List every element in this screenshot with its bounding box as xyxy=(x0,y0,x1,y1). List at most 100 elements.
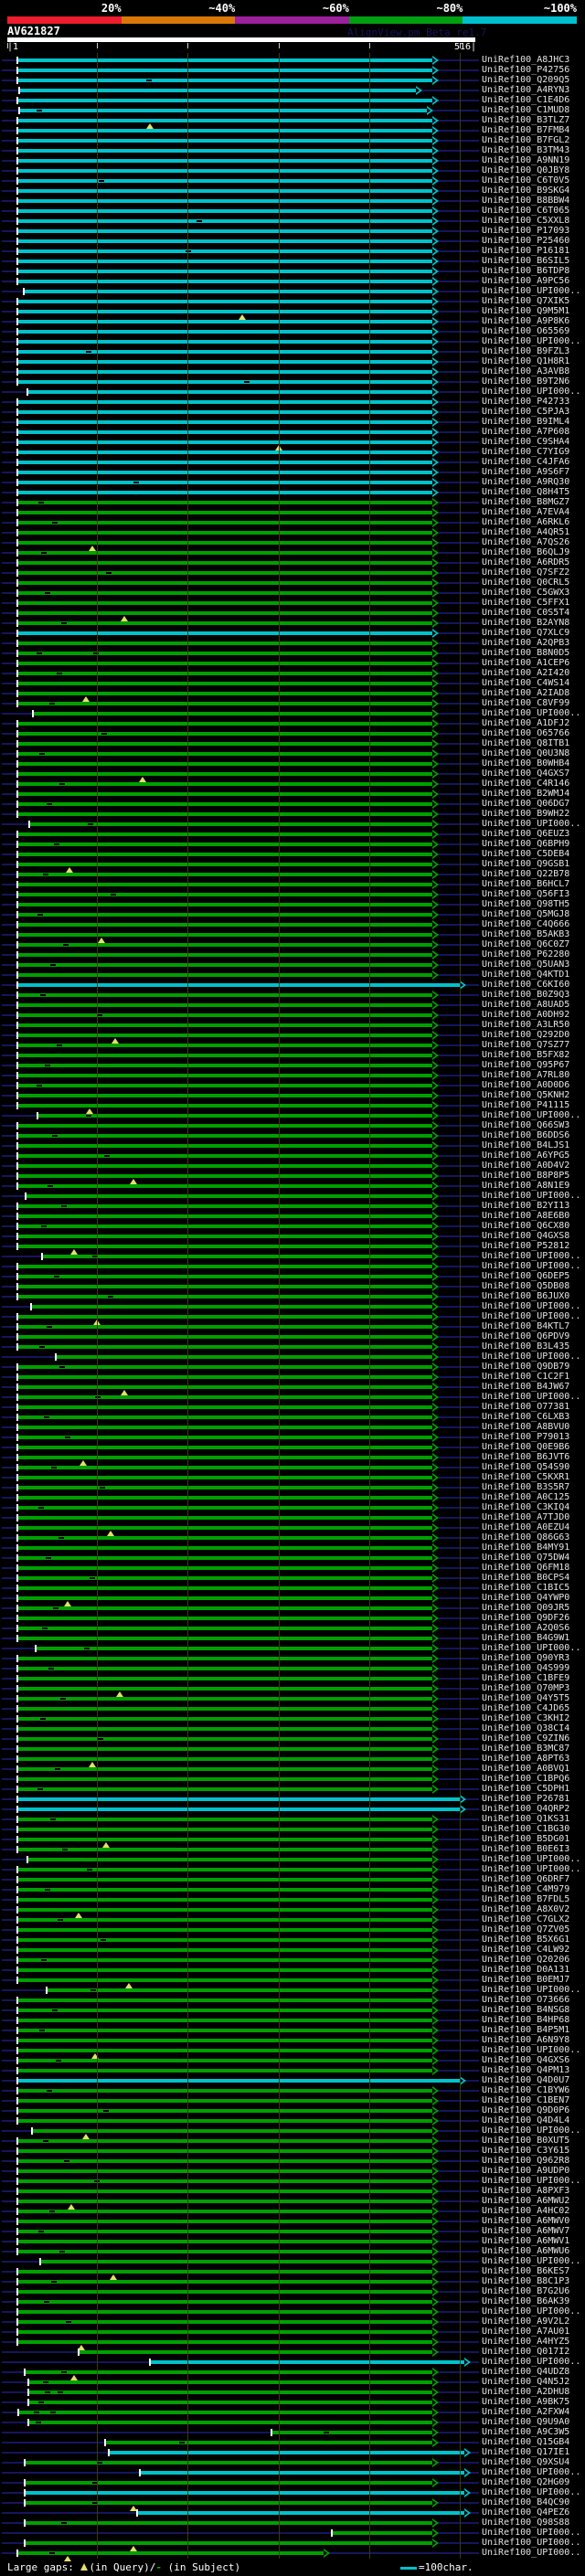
hit-line[interactable] xyxy=(25,2521,433,2525)
hit-label[interactable]: UniRef100_B0CPS4 xyxy=(482,1573,569,1583)
hit-line[interactable] xyxy=(17,1546,433,1550)
hit-label[interactable]: UniRef100_Q9XSU4 xyxy=(482,2457,569,2467)
hit-line[interactable] xyxy=(17,682,433,685)
hit-label[interactable]: UniRef100_A6YPG5 xyxy=(482,1150,569,1161)
hit-line[interactable] xyxy=(17,340,433,344)
hit-label[interactable]: UniRef100_Q98S88 xyxy=(482,2518,569,2528)
hit-line[interactable] xyxy=(17,1235,433,1238)
hit-label[interactable]: UniRef100_B7G2U6 xyxy=(482,2286,569,2296)
hit-label[interactable]: UniRef100_UPI000.. xyxy=(482,2538,580,2548)
hit-label[interactable]: UniRef100_P17093 xyxy=(482,226,569,236)
hit-label[interactable]: UniRef100_UPI000.. xyxy=(482,1261,580,1271)
hit-line[interactable] xyxy=(17,1697,433,1701)
hit-line[interactable] xyxy=(25,2461,433,2465)
hit-line[interactable] xyxy=(56,1355,433,1359)
hit-line[interactable] xyxy=(17,1938,433,1942)
hit-label[interactable]: UniRef100_A8PT63 xyxy=(482,1754,569,1764)
hit-line[interactable] xyxy=(17,1044,433,1047)
hit-line[interactable] xyxy=(17,1365,433,1369)
hit-line[interactable] xyxy=(17,2189,433,2193)
hit-line[interactable] xyxy=(17,672,433,675)
hit-line[interactable] xyxy=(17,1456,433,1459)
hit-line[interactable] xyxy=(17,1506,433,1510)
hit-line[interactable] xyxy=(17,762,433,766)
hit-line[interactable] xyxy=(17,1928,433,1932)
hit-label[interactable]: UniRef100_B9T2N6 xyxy=(482,376,569,387)
hit-line[interactable] xyxy=(19,89,417,92)
hit-label[interactable]: UniRef100_Q9D0P6 xyxy=(482,2105,569,2115)
hit-label[interactable]: UniRef100_A9C3W5 xyxy=(482,2427,569,2437)
hit-label[interactable]: UniRef100_B2AYN8 xyxy=(482,618,569,628)
hit-label[interactable]: UniRef100_Q292D0 xyxy=(482,1030,569,1040)
hit-label[interactable]: UniRef100_A2IAD8 xyxy=(482,688,569,698)
hit-line[interactable] xyxy=(32,2129,433,2133)
hit-line[interactable] xyxy=(17,199,433,203)
hit-label[interactable]: UniRef100_A0D0D6 xyxy=(482,1080,569,1090)
hit-line[interactable] xyxy=(33,712,433,716)
hit-line[interactable] xyxy=(17,2320,433,2324)
hit-label[interactable]: UniRef100_Q8ITB1 xyxy=(482,738,569,748)
hit-line[interactable] xyxy=(17,159,433,163)
hit-line[interactable] xyxy=(17,511,433,514)
hit-label[interactable]: UniRef100_B6JVT6 xyxy=(482,1452,569,1462)
hit-label[interactable]: UniRef100_A4HYZ5 xyxy=(482,2337,569,2347)
hit-line[interactable] xyxy=(17,1405,433,1409)
hit-line[interactable] xyxy=(17,1576,433,1580)
hit-line[interactable] xyxy=(17,843,433,846)
hit-line[interactable] xyxy=(17,1747,433,1751)
hit-label[interactable]: UniRef100_A6MWU6 xyxy=(482,2246,569,2256)
hit-label[interactable]: UniRef100_C1C2F1 xyxy=(482,1372,569,1382)
hit-line[interactable] xyxy=(17,2250,433,2253)
hit-line[interactable] xyxy=(17,179,433,183)
hit-label[interactable]: UniRef100_P52812 xyxy=(482,1241,569,1251)
hit-line[interactable] xyxy=(17,802,433,806)
hit-label[interactable]: UniRef100_A6MWU2 xyxy=(482,2196,569,2206)
hit-label[interactable]: UniRef100_Q7SFZ2 xyxy=(482,567,569,578)
hit-line[interactable] xyxy=(17,380,433,384)
hit-label[interactable]: UniRef100_Q17IE1 xyxy=(482,2447,569,2457)
hit-label[interactable]: UniRef100_B6AK39 xyxy=(482,2296,569,2306)
hit-label[interactable]: UniRef100_Q4GXS8 xyxy=(482,1231,569,1241)
hit-label[interactable]: UniRef100_UPI000.. xyxy=(482,1301,580,1311)
hit-line[interactable] xyxy=(17,99,433,102)
hit-label[interactable]: UniRef100_C1BG30 xyxy=(482,1824,569,1834)
hit-label[interactable]: UniRef100_UPI000.. xyxy=(482,1643,580,1653)
hit-label[interactable]: UniRef100_B6DDS6 xyxy=(482,1130,569,1140)
hit-label[interactable]: UniRef100_B3TLZ7 xyxy=(482,115,569,125)
hit-line[interactable] xyxy=(17,1295,433,1299)
hit-label[interactable]: UniRef100_Q6BPH9 xyxy=(482,839,569,849)
hit-label[interactable]: UniRef100_C0S5T4 xyxy=(482,608,569,618)
hit-label[interactable]: UniRef100_UPI000.. xyxy=(482,2548,580,2558)
hit-label[interactable]: UniRef100_B6JUX0 xyxy=(482,1291,569,1301)
hit-label[interactable]: UniRef100_Q90YR3 xyxy=(482,1653,569,1663)
hit-label[interactable]: UniRef100_A2QPB3 xyxy=(482,638,569,648)
hit-line[interactable] xyxy=(17,1214,433,1218)
hit-label[interactable]: UniRef100_UPI000.. xyxy=(482,1191,580,1201)
hit-line[interactable] xyxy=(17,1124,433,1128)
hit-label[interactable]: UniRef100_B5X6G1 xyxy=(482,1935,569,1945)
hit-label[interactable]: UniRef100_B9SKG4 xyxy=(482,186,569,196)
hit-line[interactable] xyxy=(271,2431,433,2434)
hit-label[interactable]: UniRef100_B7FDL5 xyxy=(482,1894,569,1904)
hit-line[interactable] xyxy=(17,541,433,545)
hit-line[interactable] xyxy=(17,1797,461,1801)
hit-label[interactable]: UniRef100_Q4PM13 xyxy=(482,2065,569,2075)
hit-line[interactable] xyxy=(17,551,433,555)
hit-line[interactable] xyxy=(17,722,433,726)
hit-label[interactable]: UniRef100_C6T065 xyxy=(482,206,569,216)
hit-line[interactable] xyxy=(17,1617,433,1620)
hit-line[interactable] xyxy=(17,430,433,434)
hit-line[interactable] xyxy=(17,169,433,173)
hit-line[interactable] xyxy=(17,1958,433,1962)
hit-line[interactable] xyxy=(17,2019,433,2022)
hit-line[interactable] xyxy=(17,1013,433,1017)
hit-line[interactable] xyxy=(17,1415,433,1419)
hit-label[interactable]: UniRef100_C1BPQ6 xyxy=(482,1774,569,1784)
hit-line[interactable] xyxy=(17,249,433,253)
hit-line[interactable] xyxy=(17,2039,433,2042)
hit-label[interactable]: UniRef100_A3LR50 xyxy=(482,1020,569,1030)
hit-label[interactable]: UniRef100_C1BIC5 xyxy=(482,1583,569,1593)
hit-label[interactable]: UniRef100_A9UDP0 xyxy=(482,2166,569,2176)
hit-line[interactable] xyxy=(17,1657,433,1660)
hit-line[interactable] xyxy=(17,531,433,535)
